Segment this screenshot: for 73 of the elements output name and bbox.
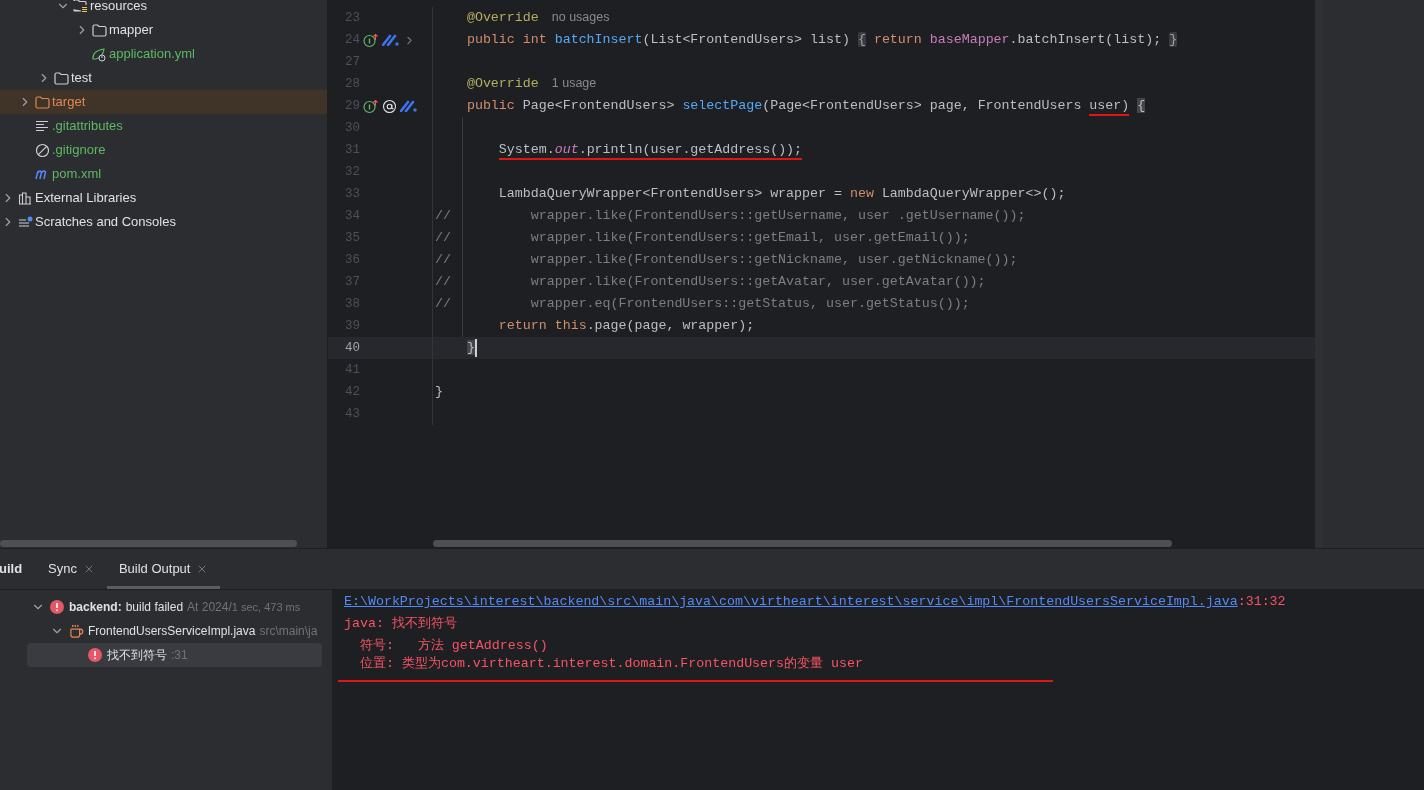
- code-comment: // wrapper.like(FrontendUsers::getAvatar, user.getAvatar());: [435, 274, 986, 290]
- usage-hint[interactable]: no usages: [551, 10, 610, 25]
- build-item-detail: src\main\ja: [259, 623, 318, 640]
- code-token: new: [849, 186, 874, 202]
- code-token: LambdaQueryWrapper<FrontendUsers> wrapper =: [498, 186, 842, 202]
- tree-item-label: Scratches and Consoles: [35, 213, 176, 232]
- tree-item[interactable]: resources: [0, 0, 327, 18]
- build-item-detail: :31: [171, 647, 188, 664]
- code-token: (List<FrontendUsers> list): [642, 32, 850, 48]
- tree-item-label: test: [71, 69, 92, 88]
- code-token: }: [435, 384, 443, 400]
- build-item-label: build failed: [125, 599, 184, 616]
- panel-title: uild: [0, 560, 24, 579]
- tree-item-label: .gitignore: [52, 141, 106, 160]
- line-number: 40: [345, 339, 360, 357]
- code-token: }: [466, 340, 475, 356]
- code-token: batchInsert: [554, 32, 643, 48]
- code-token: .page(page, wrapper);: [586, 318, 755, 334]
- build-item-label: 找不到符号: [107, 647, 167, 664]
- usage-hint[interactable]: 1 usage: [551, 76, 597, 91]
- code-token: Page<FrontendUsers>: [522, 98, 675, 114]
- code-comment: // wrapper.like(FrontendUsers::getUsername, user .getUsername());: [435, 208, 1026, 224]
- code-token: LambdaQueryWrapper<>();: [881, 186, 1066, 202]
- tree-item-label: application.yml: [109, 45, 195, 64]
- file-path-link[interactable]: E:\WorkProjects\interest\backend\src\main\java\com\virtheart\interest\service\impl\FrontendUsersServiceImpl.java: [344, 592, 1238, 612]
- error-message: 位置: 类型为com.virtheart.interest.domain.FrontendUsers的变量 user: [338, 654, 1053, 682]
- error-message: java: 找不到符号: [344, 615, 457, 634]
- error-message: 符号: 方法 getAddress(): [358, 637, 548, 656]
- code-token: System.: [498, 142, 555, 161]
- tree-item[interactable]: mapper: [0, 18, 327, 42]
- tree-item[interactable]: target: [0, 90, 327, 114]
- tree-item[interactable]: .gitattributes: [0, 114, 327, 138]
- tree-item[interactable]: application.yml: [0, 42, 327, 66]
- panel-tab[interactable]: Sync: [36, 549, 107, 589]
- code-token: {: [857, 32, 866, 48]
- build-tree-item[interactable]: 找不到符号 :31: [27, 643, 322, 667]
- tree-item-label: pom.xml: [52, 165, 102, 184]
- code-comment: // wrapper.eq(FrontendUsers::getStatus, user.getStatus());: [435, 296, 970, 312]
- code-token: @Override: [466, 76, 539, 92]
- build-tree-item[interactable]: backend: build failed At 2024/1 sec, 473 ms: [27, 595, 332, 619]
- code-token: return this: [498, 318, 587, 334]
- code-token: selectPage: [682, 98, 763, 114]
- code-comment: // wrapper.like(FrontendUsers::getEmail, user.getEmail());: [435, 230, 970, 246]
- code-token: {: [1137, 98, 1146, 114]
- tree-item[interactable]: test: [0, 66, 327, 90]
- build-duration: 1 sec, 473 ms: [231, 600, 301, 615]
- panel-tab[interactable]: Build Output: [106, 549, 221, 589]
- tree-item-label: mapper: [109, 21, 154, 40]
- code-token: }: [1169, 32, 1178, 48]
- code-token: user): [1089, 98, 1130, 117]
- tree-item[interactable]: pom.xml: [0, 162, 327, 186]
- code-comment: // wrapper.like(FrontendUsers::getNickname, user.getNickname());: [435, 252, 1018, 268]
- code-token: public int: [466, 32, 547, 48]
- build-tree-item[interactable]: FrontendUsersServiceImpl.java src\main\ja: [27, 619, 332, 643]
- tree-item-label: .gitattributes: [52, 117, 123, 136]
- code-token: (Page<FrontendUsers> page, FrontendUsers: [762, 98, 1082, 114]
- code-token: return: [873, 32, 922, 48]
- tree-item-label: External Libraries: [35, 189, 137, 208]
- build-item-detail: At 2024/: [187, 599, 232, 616]
- tree-item[interactable]: .gitignore: [0, 138, 327, 162]
- code-token: .println(user.getAddress());: [578, 142, 803, 161]
- line-position: :31:32: [1237, 593, 1286, 612]
- tree-item[interactable]: Scratches and Consoles: [0, 210, 327, 234]
- build-item-label: FrontendUsersServiceImpl.java: [88, 623, 256, 640]
- code-token: @Override: [466, 10, 539, 26]
- code-token: baseMapper: [929, 32, 1010, 48]
- project-name: backend:: [69, 599, 122, 616]
- tree-item[interactable]: External Libraries: [0, 186, 327, 210]
- code-token: out: [554, 142, 579, 161]
- code-token: .batchInsert(list);: [1009, 32, 1162, 48]
- code-token: public: [466, 98, 515, 114]
- tree-item-label: resources: [90, 0, 148, 16]
- tree-item-label: target: [52, 93, 86, 112]
